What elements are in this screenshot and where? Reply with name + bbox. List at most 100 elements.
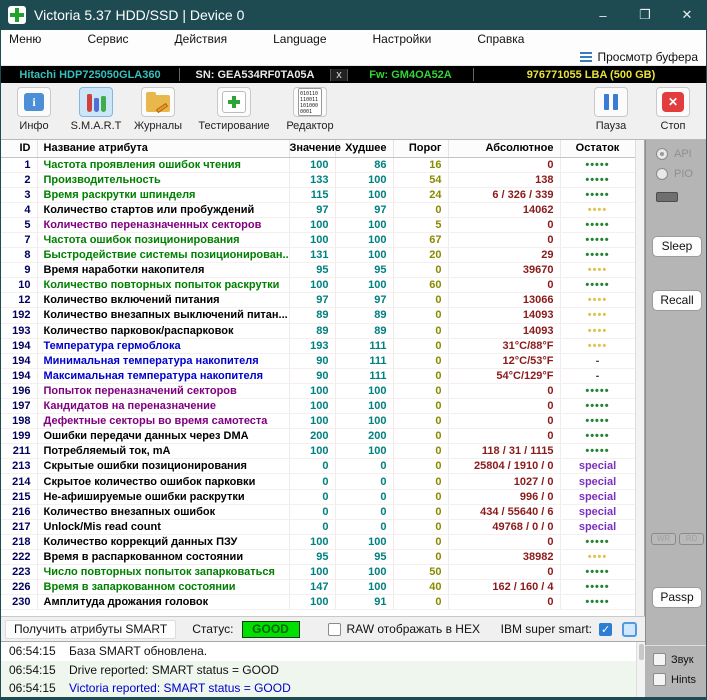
- attr-absolute: 0: [448, 534, 560, 549]
- smart-row-196[interactable]: 196Попыток переназначений секторов100100…: [1, 383, 635, 398]
- smart-row-192[interactable]: 192Количество внезапных выключений питан…: [1, 308, 635, 323]
- smart-row-2[interactable]: 2Производительность13310054138•••••: [1, 172, 635, 187]
- column-header-abs[interactable]: Абсолютное: [448, 140, 560, 157]
- recall-button[interactable]: Recall: [652, 290, 702, 311]
- health-special: special: [579, 460, 616, 472]
- pio-radio[interactable]: [656, 168, 668, 180]
- column-header-health[interactable]: Остаток: [560, 140, 635, 157]
- attr-value: 100: [289, 565, 335, 580]
- attr-worst: 100: [335, 444, 393, 459]
- toolbar-button-стоп[interactable]: ✕Стоп: [644, 83, 702, 139]
- raw-hex-checkbox[interactable]: [328, 623, 341, 636]
- smart-row-193[interactable]: 193Количество парковок/распарковок898901…: [1, 323, 635, 338]
- attr-value: 90: [289, 368, 335, 383]
- attr-absolute: 0: [448, 565, 560, 580]
- smart-row-194[interactable]: 194Температура гермоблока193111031°C/88°…: [1, 338, 635, 353]
- sleep-button[interactable]: Sleep: [652, 236, 702, 257]
- toolbar-button-инфо[interactable]: iИнфо: [5, 83, 63, 139]
- info-icon: i: [24, 93, 44, 111]
- buffer-view-button[interactable]: Просмотр буфера: [580, 50, 698, 64]
- column-header-worst[interactable]: Худшее: [335, 140, 393, 157]
- pio-radio-row[interactable]: PIO: [656, 168, 707, 180]
- smart-row-214[interactable]: 214Скрытое количество ошибок парковки000…: [1, 474, 635, 489]
- get-smart-button[interactable]: Получить атрибуты SMART: [5, 620, 176, 639]
- api-radio-row[interactable]: API: [656, 148, 707, 160]
- serial-close-button[interactable]: x: [330, 69, 348, 81]
- attr-threshold: 0: [393, 308, 448, 323]
- smart-row-10[interactable]: 10Количество повторных попыток раскрутки…: [1, 278, 635, 293]
- smart-row-218[interactable]: 218Количество коррекций данных ПЗУ100100…: [1, 534, 635, 549]
- wr-button[interactable]: WR: [651, 533, 676, 545]
- minimize-button[interactable]: –: [582, 0, 624, 30]
- attr-threshold: 0: [393, 368, 448, 383]
- smart-attributes-area: IDНазвание атрибутаЗначениеХудшееПорогАб…: [1, 140, 645, 616]
- attr-absolute: 29: [448, 248, 560, 263]
- smart-row-211[interactable]: 211Потребляемый ток, mA1001000118 / 31 /…: [1, 444, 635, 459]
- attr-health: ••••: [560, 308, 635, 323]
- device-serial: SN: GEA534RF0TA05A: [180, 69, 330, 81]
- smart-row-4[interactable]: 4Количество стартов или пробуждений97970…: [1, 202, 635, 217]
- smart-row-194[interactable]: 194Максимальная температура накопителя90…: [1, 368, 635, 383]
- smart-color-indicator[interactable]: [622, 622, 637, 637]
- health-dots: ••••: [588, 340, 607, 352]
- attr-worst: 0: [335, 519, 393, 534]
- column-header-thr[interactable]: Порог: [393, 140, 448, 157]
- menu-item-5[interactable]: Настройки: [373, 32, 432, 46]
- smart-row-12[interactable]: 12Количество включений питания9797013066…: [1, 293, 635, 308]
- attr-threshold: 0: [393, 595, 448, 610]
- smart-row-1[interactable]: 1Частота проявления ошибок чтения1008616…: [1, 157, 635, 172]
- attr-health: •••••: [560, 565, 635, 580]
- smart-row-7[interactable]: 7Частота ошибок позиционирования10010067…: [1, 232, 635, 247]
- rd-button[interactable]: RD: [679, 533, 704, 545]
- attr-absolute: 0: [448, 595, 560, 610]
- toolbar-button-журналы[interactable]: Журналы: [129, 83, 187, 139]
- column-header-val[interactable]: Значение: [289, 140, 335, 157]
- column-header-id[interactable]: ID: [1, 140, 37, 157]
- health-special: special: [579, 491, 616, 503]
- maximize-button[interactable]: ❐: [624, 0, 666, 30]
- toolbar-button-редактор[interactable]: 0101101100111010000001Редактор: [281, 83, 339, 139]
- toolbar-button-s-m-a-r-t[interactable]: S.M.A.R.T: [67, 83, 125, 139]
- passport-button[interactable]: Passp: [652, 587, 702, 608]
- smart-row-194[interactable]: 194Минимальная температура накопителя901…: [1, 353, 635, 368]
- menu-item-6[interactable]: Справка: [477, 32, 524, 46]
- menu-item-3[interactable]: Действия: [175, 32, 228, 46]
- health-dots: •••••: [585, 385, 609, 397]
- close-button[interactable]: ✕: [666, 0, 707, 30]
- smart-row-8[interactable]: 8Быстродействие системы позиционирован..…: [1, 248, 635, 263]
- ibm-super-smart-checkbox[interactable]: [599, 623, 612, 636]
- attr-threshold: 0: [393, 474, 448, 489]
- smart-row-230[interactable]: 230Амплитуда дрожания головок1009100••••…: [1, 595, 635, 610]
- toolbar-button-пауза[interactable]: Пауза: [582, 83, 640, 139]
- smart-row-198[interactable]: 198Дефектные секторы во время самотеста1…: [1, 414, 635, 429]
- hints-option[interactable]: Hints: [653, 673, 707, 686]
- smart-row-199[interactable]: 199Ошибки передачи данных через DMA20020…: [1, 429, 635, 444]
- smart-row-216[interactable]: 216Количество внезапных ошибок000434 / 5…: [1, 504, 635, 519]
- attr-name: Ошибки передачи данных через DMA: [37, 429, 289, 444]
- log-scrollbar[interactable]: [636, 642, 645, 697]
- menu-item-4[interactable]: Language: [273, 32, 326, 46]
- smart-row-223[interactable]: 223Число повторных попыток запарковаться…: [1, 565, 635, 580]
- smart-row-5[interactable]: 5Количество переназначенных секторов1001…: [1, 217, 635, 232]
- sound-option[interactable]: Звук: [653, 653, 707, 666]
- smart-row-217[interactable]: 217Unlock/Mis read count00049768 / 0 / 0…: [1, 519, 635, 534]
- smart-row-213[interactable]: 213Скрытые ошибки позиционирования000258…: [1, 459, 635, 474]
- menu-item-2[interactable]: Сервис: [87, 32, 128, 46]
- api-radio[interactable]: [656, 148, 668, 160]
- smart-row-9[interactable]: 9Время наработки накопителя9595039670•••…: [1, 263, 635, 278]
- smart-row-222[interactable]: 222Время в распаркованном состоянии95950…: [1, 549, 635, 564]
- smart-row-215[interactable]: 215Не-афишируемые ошибки раскрутки000996…: [1, 489, 635, 504]
- sound-checkbox[interactable]: [653, 653, 666, 666]
- health-special: special: [579, 476, 616, 488]
- menu-item-1[interactable]: Меню: [9, 32, 41, 46]
- toolbar-button-тестирование[interactable]: Тестирование: [191, 83, 277, 139]
- smart-row-226[interactable]: 226Время в запаркованном состоянии147100…: [1, 580, 635, 595]
- smart-row-197[interactable]: 197Кандидатов на переназначение10010000•…: [1, 399, 635, 414]
- hints-checkbox[interactable]: [653, 673, 666, 686]
- smart-row-3[interactable]: 3Время раскрутки шпинделя115100246 / 326…: [1, 187, 635, 202]
- attr-absolute: 118 / 31 / 1115: [448, 444, 560, 459]
- column-header-name[interactable]: Название атрибута: [37, 140, 289, 157]
- ibm-super-smart-label: IBM super smart:: [501, 622, 592, 636]
- table-scrollbar[interactable]: [635, 140, 644, 616]
- attr-health: •••••: [560, 157, 635, 172]
